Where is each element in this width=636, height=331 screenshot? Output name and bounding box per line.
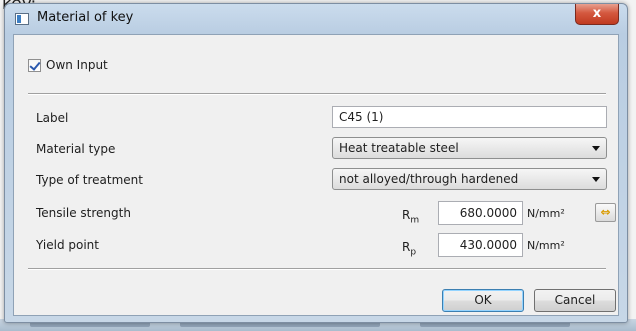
tensile-unit: N/mm²	[527, 207, 565, 220]
tensile-strength-label: Tensile strength	[36, 206, 131, 220]
title-bar[interactable]: Material of key x	[5, 4, 627, 32]
yield-point-input[interactable]: 430.0000	[438, 233, 523, 257]
dialog-body: Own Input Label C45 (1) Material type He…	[13, 34, 619, 316]
yield-symbol-sub: p	[410, 247, 417, 258]
window-title: Material of key	[37, 10, 134, 25]
ok-button[interactable]: OK	[442, 289, 524, 312]
material-type-value: Heat treatable steel	[339, 141, 459, 155]
label-input[interactable]: C45 (1)	[332, 106, 607, 128]
chevron-down-icon	[592, 146, 600, 151]
tensile-symbol-sub: m	[410, 215, 420, 226]
close-icon: x	[592, 6, 602, 21]
top-separator	[28, 93, 606, 95]
material-type-dropdown[interactable]: Heat treatable steel	[332, 137, 607, 159]
tensile-symbol: Rm	[402, 208, 419, 225]
cancel-button[interactable]: Cancel	[534, 289, 616, 312]
close-button[interactable]: x	[575, 4, 619, 25]
yield-unit: N/mm²	[527, 239, 565, 252]
chevron-down-icon	[592, 177, 600, 182]
treatment-type-label: Type of treatment	[36, 173, 143, 187]
treatment-type-value: not alloyed/through hardened	[339, 172, 519, 186]
own-input-label: Own Input	[46, 58, 108, 72]
bottom-separator	[28, 268, 606, 270]
transfer-values-button[interactable]: ⇔	[595, 203, 616, 222]
own-input-checkbox[interactable]	[28, 59, 41, 72]
yield-point-label: Yield point	[36, 238, 99, 252]
label-field-label: Label	[36, 111, 69, 125]
tensile-strength-input[interactable]: 680.0000	[438, 201, 523, 225]
material-of-key-dialog: Material of key x Own Input Label C45 (1…	[4, 3, 628, 323]
yield-symbol: Rp	[402, 240, 416, 257]
window-icon	[15, 13, 29, 25]
material-type-label: Material type	[36, 142, 116, 156]
treatment-type-dropdown[interactable]: not alloyed/through hardened	[332, 168, 607, 190]
double-arrow-icon: ⇔	[600, 205, 611, 219]
